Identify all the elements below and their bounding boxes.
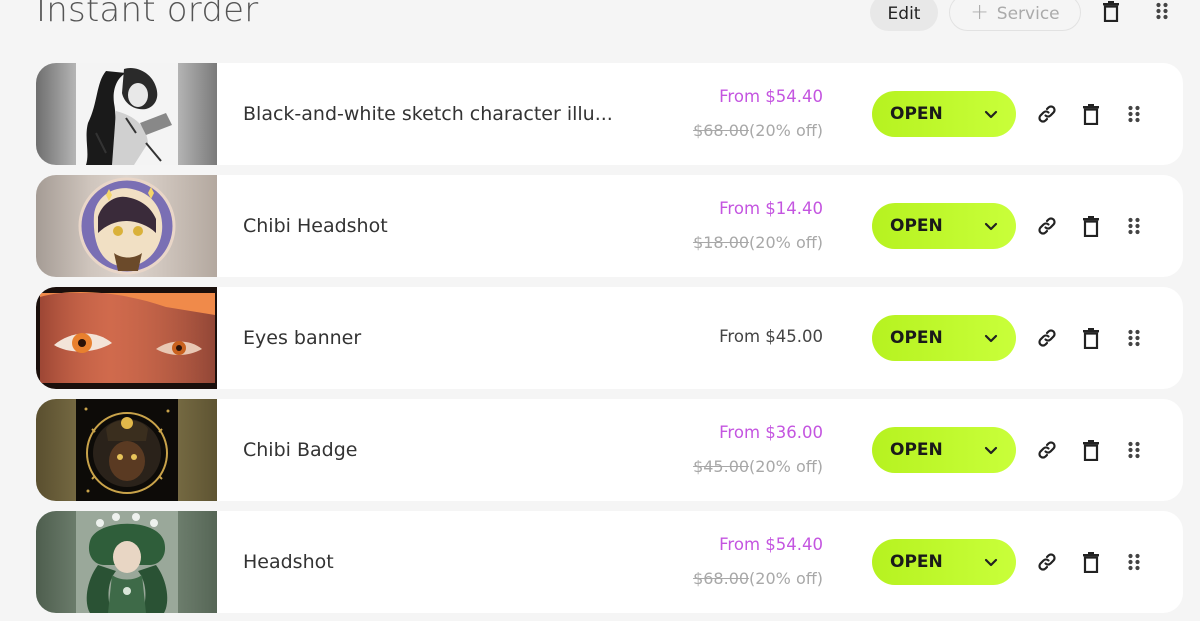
status-dropdown[interactable]: OPEN: [872, 315, 1016, 361]
trash-icon[interactable]: [1080, 215, 1102, 237]
chevron-down-icon: [984, 328, 998, 348]
price-from: From $36.00: [719, 423, 823, 442]
service-row[interactable]: Headshot From $54.40 $68.00(20% off) OPE…: [36, 511, 1183, 613]
discount-label: (20% off): [749, 569, 823, 588]
status-dropdown[interactable]: OPEN: [872, 91, 1016, 137]
drag-handle-icon[interactable]: [1152, 1, 1172, 21]
price-original: $68.00(20% off): [693, 121, 823, 140]
status-dropdown[interactable]: OPEN: [872, 203, 1016, 249]
price-from: From $54.40: [719, 87, 823, 106]
link-icon[interactable]: [1036, 439, 1058, 461]
status-dropdown[interactable]: OPEN: [872, 427, 1016, 473]
status-label: OPEN: [890, 328, 943, 348]
original-price-value: $68.00: [693, 569, 750, 588]
drag-handle-icon[interactable]: [1123, 551, 1145, 573]
discount-label: (20% off): [749, 121, 823, 140]
link-icon[interactable]: [1036, 551, 1058, 573]
service-thumbnail: [36, 175, 217, 277]
chevron-down-icon: [984, 104, 998, 124]
service-row[interactable]: Chibi Badge From $36.00 $45.00(20% off) …: [36, 399, 1183, 501]
service-title: Headshot: [243, 551, 334, 573]
chevron-down-icon: [984, 552, 998, 572]
service-row[interactable]: Chibi Headshot From $14.40 $18.00(20% of…: [36, 175, 1183, 277]
service-row[interactable]: Eyes banner From $45.00 OPEN: [36, 287, 1183, 389]
trash-icon[interactable]: [1080, 439, 1102, 461]
price-from: From $54.40: [719, 535, 823, 554]
edit-button[interactable]: Edit: [870, 0, 938, 31]
status-label: OPEN: [890, 552, 943, 572]
chevron-down-icon: [984, 216, 998, 236]
status-label: OPEN: [890, 104, 943, 124]
drag-handle-icon[interactable]: [1123, 327, 1145, 349]
service-title: Chibi Badge: [243, 439, 358, 461]
link-icon[interactable]: [1036, 103, 1058, 125]
discount-label: (20% off): [749, 233, 823, 252]
add-service-label: Service: [996, 4, 1060, 24]
chevron-down-icon: [984, 440, 998, 460]
status-label: OPEN: [890, 440, 943, 460]
price-original: $18.00(20% off): [693, 233, 823, 252]
drag-handle-icon[interactable]: [1123, 439, 1145, 461]
original-price-value: $68.00: [693, 121, 750, 140]
service-row[interactable]: Black-and-white sketch character illu...…: [36, 63, 1183, 165]
service-title: Eyes banner: [243, 327, 362, 349]
original-price-value: $45.00: [693, 457, 750, 476]
price-from: From $45.00: [719, 327, 823, 346]
price-from: From $14.40: [719, 199, 823, 218]
page-header: Instant order Edit + Service: [0, 0, 1200, 45]
trash-icon[interactable]: [1080, 103, 1102, 125]
status-label: OPEN: [890, 216, 943, 236]
service-title: Black-and-white sketch character illu...: [243, 103, 613, 125]
link-icon[interactable]: [1036, 327, 1058, 349]
trash-icon[interactable]: [1080, 551, 1102, 573]
service-thumbnail: [36, 63, 217, 165]
trash-icon[interactable]: [1080, 327, 1102, 349]
original-price-value: $18.00: [693, 233, 750, 252]
service-title: Chibi Headshot: [243, 215, 388, 237]
plus-icon: +: [970, 0, 989, 25]
price-original: $45.00(20% off): [693, 457, 823, 476]
service-thumbnail: [36, 287, 217, 389]
price-original: $68.00(20% off): [693, 569, 823, 588]
status-dropdown[interactable]: OPEN: [872, 539, 1016, 585]
discount-label: (20% off): [749, 457, 823, 476]
drag-handle-icon[interactable]: [1123, 103, 1145, 125]
drag-handle-icon[interactable]: [1123, 215, 1145, 237]
add-service-button[interactable]: + Service: [949, 0, 1081, 31]
service-thumbnail: [36, 399, 217, 501]
trash-icon[interactable]: [1100, 0, 1122, 22]
service-thumbnail: [36, 511, 217, 613]
link-icon[interactable]: [1036, 215, 1058, 237]
page-title: Instant order: [36, 0, 259, 30]
